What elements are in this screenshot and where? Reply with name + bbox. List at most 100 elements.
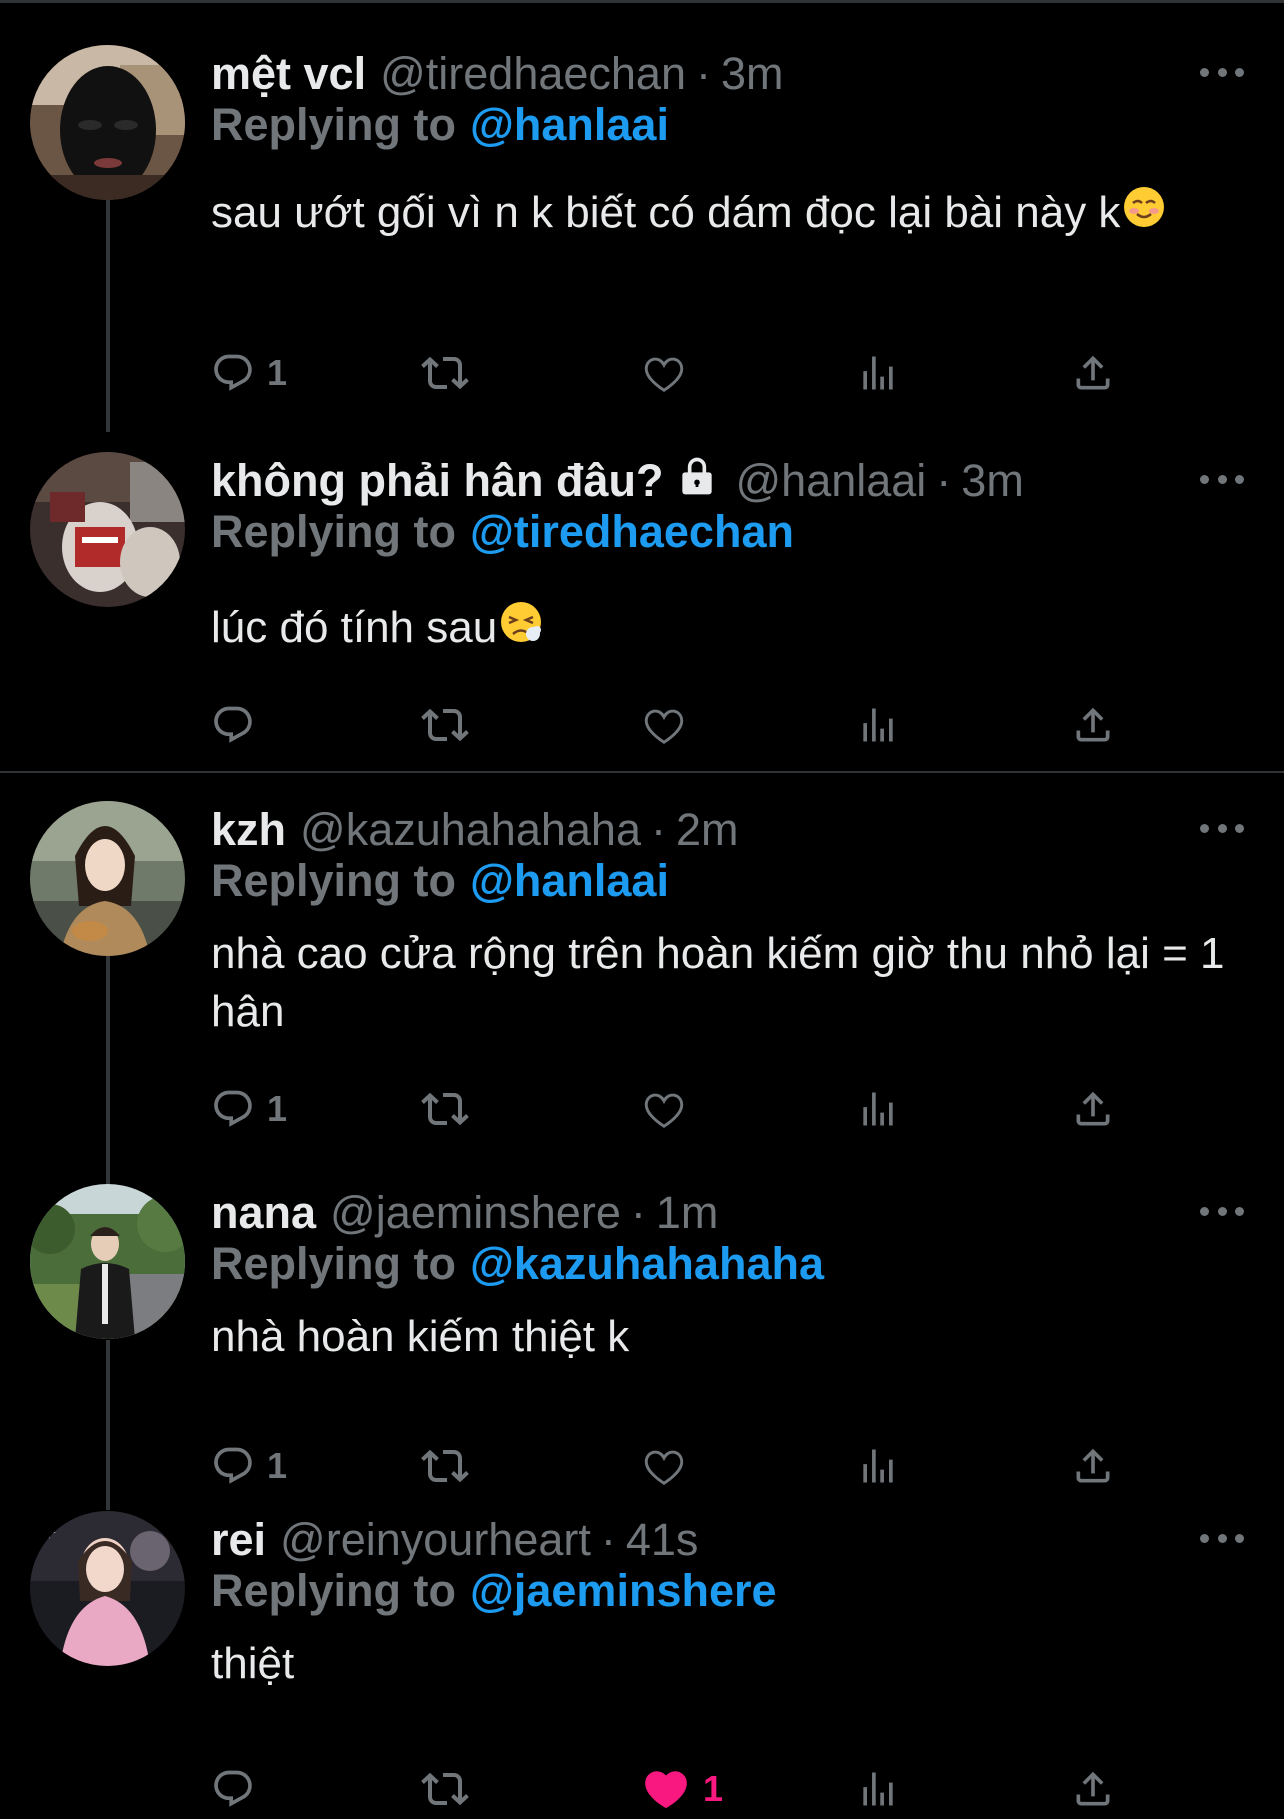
share-icon [1071, 1087, 1115, 1131]
smiling-blush-emoji-icon [1122, 179, 1166, 251]
share-button[interactable] [1071, 1079, 1115, 1139]
more-options-icon[interactable] [1200, 464, 1244, 494]
views-icon [856, 351, 900, 395]
tweet-actions: 1 [211, 1079, 1111, 1139]
username[interactable]: @tiredhaechan [380, 48, 686, 100]
reply-button[interactable]: 1 [211, 1079, 287, 1139]
timestamp[interactable]: 2m [676, 804, 739, 856]
heart-filled-icon [641, 1764, 691, 1814]
display-name[interactable]: nana [211, 1187, 316, 1239]
replying-to: Replying to @jaeminshere [211, 1565, 777, 1617]
reply-icon [211, 703, 255, 747]
display-name[interactable]: không phải hân đâu? [211, 455, 663, 507]
more-options-icon[interactable] [1200, 813, 1244, 843]
like-button[interactable] [641, 1436, 687, 1496]
share-button[interactable] [1071, 695, 1115, 755]
like-button[interactable] [641, 695, 687, 755]
reply-button[interactable] [211, 1759, 267, 1819]
timestamp[interactable]: 41s [626, 1514, 699, 1566]
top-divider [0, 0, 1284, 3]
more-options-icon[interactable] [1200, 1523, 1244, 1553]
avatar[interactable] [30, 801, 185, 956]
reply-icon [211, 351, 255, 395]
reply-mention-link[interactable]: @hanlaai [470, 855, 669, 906]
reply-count: 1 [267, 1445, 288, 1486]
retweet-button[interactable] [421, 1436, 469, 1496]
heart-icon [641, 1443, 687, 1489]
reply-button[interactable]: 1 [211, 343, 287, 403]
retweet-icon [421, 1765, 469, 1813]
tweet-actions: 1 [211, 1436, 1111, 1496]
tweet-text-content: sau ướt gối vì n k biết có dám đọc lại b… [211, 188, 1121, 237]
like-button[interactable]: 1 [641, 1759, 723, 1819]
reply-button[interactable] [211, 695, 267, 755]
reply-icon [211, 1444, 255, 1488]
retweet-button[interactable] [421, 1079, 469, 1139]
views-button[interactable] [856, 1079, 900, 1139]
avatar[interactable] [30, 1184, 185, 1339]
share-button[interactable] [1071, 1759, 1115, 1819]
username[interactable]: @reinyourheart [280, 1514, 591, 1566]
share-icon [1071, 351, 1115, 395]
like-button[interactable] [641, 343, 687, 403]
thread-line [106, 200, 110, 432]
reply-mention-link[interactable]: @tiredhaechan [470, 506, 794, 557]
separator-dot: · [630, 1187, 646, 1238]
retweet-button[interactable] [421, 695, 469, 755]
tweet-text-content: nhà hoàn kiếm thiệt k [211, 1312, 630, 1361]
reply-mention-link[interactable]: @kazuhahahaha [470, 1238, 824, 1289]
views-icon [856, 1087, 900, 1131]
reply-mention-link[interactable]: @hanlaai [470, 99, 669, 150]
username[interactable]: @kazuhahahaha [300, 804, 641, 856]
display-name[interactable]: mệt vcl [211, 48, 366, 100]
like-count: 1 [703, 1768, 724, 1809]
retweet-icon [421, 1085, 469, 1133]
heart-icon [641, 350, 687, 396]
share-button[interactable] [1071, 343, 1115, 403]
separator-dot: · [936, 455, 952, 506]
separator-dot: · [695, 48, 711, 99]
replying-to: Replying to @tiredhaechan [211, 506, 794, 558]
retweet-button[interactable] [421, 343, 469, 403]
reply-mention-link[interactable]: @jaeminshere [470, 1565, 777, 1616]
views-button[interactable] [856, 1759, 900, 1819]
views-icon [856, 703, 900, 747]
avatar[interactable]: ✧ [30, 1511, 185, 1666]
replying-to: Replying to @hanlaai [211, 99, 669, 151]
reply-button[interactable]: 1 [211, 1436, 287, 1496]
reply-count: 1 [267, 352, 288, 393]
replying-label: Replying to [211, 855, 456, 906]
views-button[interactable] [856, 695, 900, 755]
share-icon [1071, 1767, 1115, 1811]
tweet-header: không phải hân đâu? @hanlaai · 3m [211, 452, 1024, 510]
retweet-button[interactable] [421, 1759, 469, 1819]
views-button[interactable] [856, 1436, 900, 1496]
tweet-text: nhà hoàn kiếm thiệt k [211, 1308, 1251, 1366]
tweet-text: sau ướt gối vì n k biết có dám đọc lại b… [211, 177, 1251, 251]
avatar[interactable] [30, 452, 185, 607]
share-button[interactable] [1071, 1436, 1115, 1496]
tweet-text-content: thiệt [211, 1639, 295, 1688]
username[interactable]: @jaeminshere [330, 1187, 621, 1239]
retweet-icon [421, 701, 469, 749]
timestamp[interactable]: 3m [961, 455, 1024, 507]
separator-dot: · [650, 804, 666, 855]
display-name[interactable]: rei [211, 1514, 266, 1566]
like-button[interactable] [641, 1079, 687, 1139]
tweet-actions: 1 [211, 343, 1111, 403]
tweet-header: mệt vcl @tiredhaechan · 3m [211, 45, 784, 103]
avatar[interactable] [30, 45, 185, 200]
reply-icon [211, 1767, 255, 1811]
retweet-icon [421, 349, 469, 397]
views-icon [856, 1444, 900, 1488]
conversation-divider [0, 771, 1284, 773]
display-name[interactable]: kzh [211, 804, 286, 856]
tweet-text-content: lúc đó tính sau [211, 603, 498, 652]
timestamp[interactable]: 3m [721, 48, 784, 100]
username[interactable]: @hanlaai [735, 455, 926, 507]
replying-label: Replying to [211, 1565, 456, 1616]
more-options-icon[interactable] [1200, 57, 1244, 87]
more-options-icon[interactable] [1200, 1196, 1244, 1226]
views-button[interactable] [856, 343, 900, 403]
timestamp[interactable]: 1m [656, 1187, 719, 1239]
